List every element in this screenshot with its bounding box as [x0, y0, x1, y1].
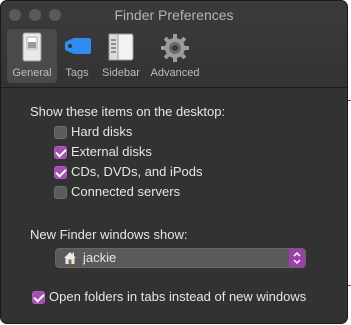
connected-servers-label: Connected servers — [71, 184, 181, 199]
open-in-tabs-label: Open folders in tabs instead of new wind… — [49, 289, 307, 304]
sidebar-icon — [107, 32, 135, 65]
switch-icon — [19, 32, 45, 65]
open-in-tabs-checkbox[interactable] — [32, 291, 45, 304]
tab-label: Advanced — [150, 67, 200, 79]
popup-arrows-icon — [289, 249, 305, 267]
new-window-heading: New Finder windows show: — [30, 227, 188, 242]
cds-dvds-ipods-label: CDs, DVDs, and iPods — [71, 164, 203, 179]
tab-general[interactable]: General — [7, 29, 57, 83]
cds-dvds-ipods-checkbox[interactable] — [54, 166, 67, 179]
external-disks-label: External disks — [71, 144, 152, 159]
new-window-location-value: jackie — [83, 250, 117, 265]
tab-tags[interactable]: Tags — [59, 29, 95, 83]
hard-disks-label: Hard disks — [71, 124, 133, 139]
hard-disks-checkbox[interactable] — [54, 126, 67, 139]
tab-sidebar[interactable]: Sidebar — [97, 29, 145, 83]
tag-icon — [62, 32, 92, 65]
tab-advanced[interactable]: Advanced — [147, 29, 203, 83]
home-icon — [63, 251, 77, 270]
finder-preferences-window: Finder Preferences General Tags Sidebar … — [1, 1, 347, 323]
new-window-location-popup[interactable]: jackie — [55, 248, 306, 268]
gear-icon — [159, 32, 191, 67]
connected-servers-checkbox[interactable] — [54, 186, 67, 199]
tab-label: Tags — [65, 67, 89, 79]
desktop-items-heading: Show these items on the desktop: — [30, 104, 226, 119]
window-title: Finder Preferences — [114, 7, 234, 23]
tab-label: General — [12, 67, 52, 79]
tab-label: Sidebar — [102, 67, 140, 79]
general-pane: Show these items on the desktop: Hard di… — [1, 88, 347, 323]
external-disks-checkbox[interactable] — [54, 146, 67, 159]
toolbar: Finder Preferences General Tags Sidebar … — [1, 1, 347, 88]
